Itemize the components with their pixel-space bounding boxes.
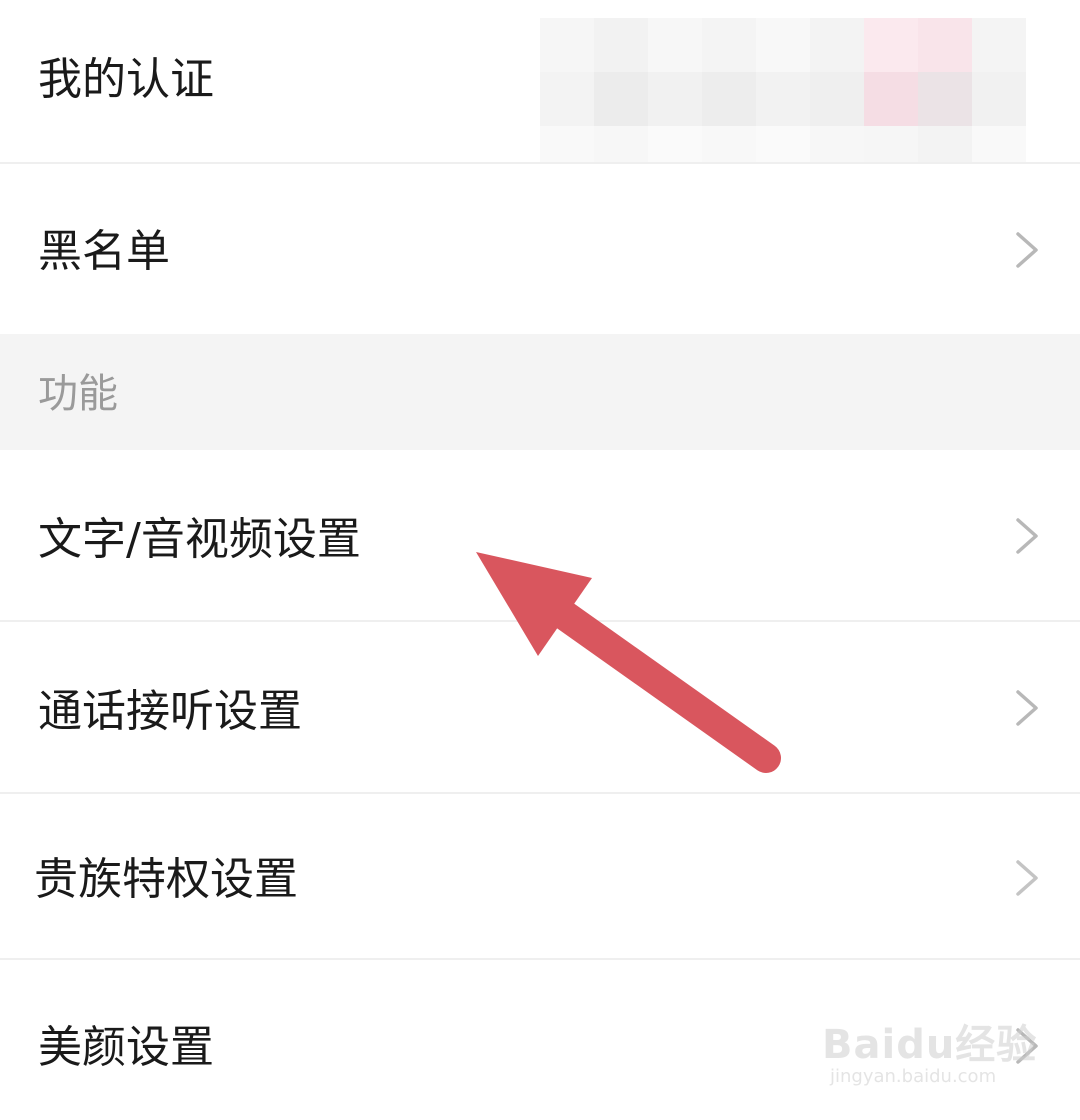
row-label: 美颜设置 [38,1022,214,1073]
settings-row-call-answer-settings[interactable]: 通话接听设置 [0,622,1080,792]
blurred-info [540,8,1040,162]
row-label: 文字/音视频设置 [38,514,361,565]
settings-row-blacklist[interactable]: 黑名单 [0,164,1080,334]
settings-row-my-certification[interactable]: 我的认证 [0,0,1080,162]
chevron-right-icon [1010,858,1044,898]
settings-row-text-av-settings[interactable]: 文字/音视频设置 [0,452,1080,620]
row-label: 贵族特权设置 [34,854,298,905]
section-header-features: 功能 [0,334,1080,450]
watermark-brand: Baidu经验 [822,1022,1038,1068]
baidu-jingyan-watermark: Baidu经验 jingyan.baidu.com [822,1008,1036,1094]
chevron-right-icon [1010,516,1044,556]
row-label: 黑名单 [38,226,170,277]
chevron-right-icon [1010,688,1044,728]
section-title: 功能 [38,371,118,417]
row-label: 通话接听设置 [38,686,302,737]
chevron-right-icon [1010,230,1044,270]
row-label: 我的认证 [38,54,214,105]
settings-row-noble-privilege-settings[interactable]: 贵族特权设置 [0,794,1080,958]
settings-page: 我的认证 黑名单 功能 文字/音视频设置 通话接听设置 贵族特权设置 美颜设置 … [0,0,1080,1120]
watermark-url: jingyan.baidu.com [830,1066,997,1087]
